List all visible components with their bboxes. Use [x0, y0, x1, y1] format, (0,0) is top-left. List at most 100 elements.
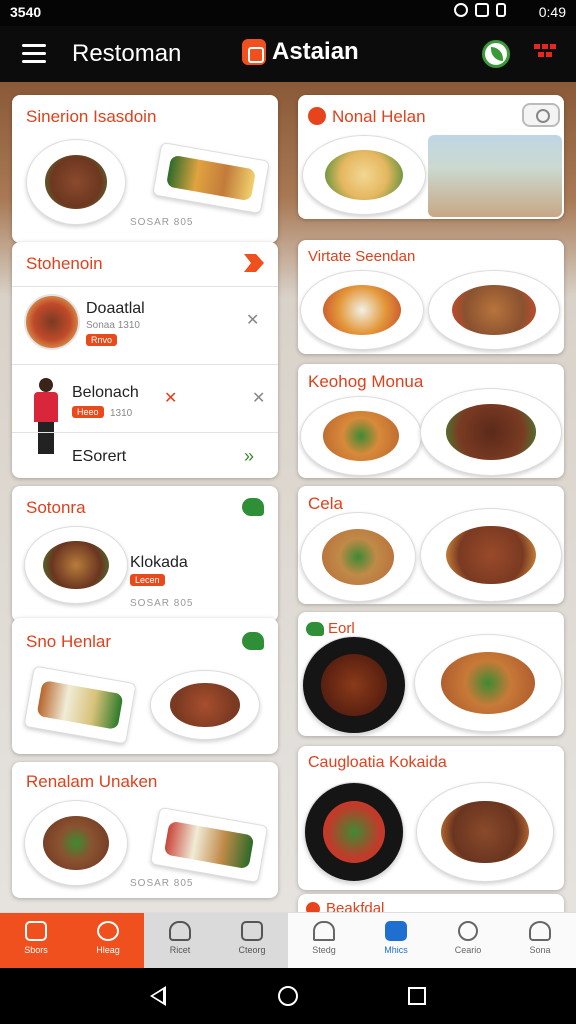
section-title: Beakfdal [326, 900, 385, 912]
item-name: ESorert [72, 448, 127, 465]
brand[interactable]: Astaian [242, 38, 359, 66]
flower-icon [308, 107, 326, 125]
flower-icon [306, 902, 320, 912]
dish-plate [300, 396, 422, 476]
dish-tray [152, 141, 270, 215]
dish-plate [150, 670, 260, 740]
dish-plate [420, 388, 562, 476]
price-label: SOSAR 805 [130, 598, 194, 609]
item-tag: Heeo [72, 406, 104, 418]
item-name: Belonach [72, 384, 139, 401]
dish-plate [302, 135, 426, 215]
alarm-icon [454, 3, 468, 17]
nav-item-profile[interactable]: Sona [504, 913, 576, 969]
nav-label: Sbors [24, 945, 48, 955]
list-card[interactable]: Stohenoin Doaatlal Sonaa 1310 Rnvo ✕ Bel… [12, 242, 278, 478]
status-icons [454, 3, 506, 17]
dish-plate [414, 634, 562, 732]
dish-icon [169, 921, 191, 941]
store-icon [385, 921, 407, 941]
status-clock: 0:49 [538, 4, 566, 20]
dish-tray [149, 806, 269, 884]
close-icon[interactable]: ✕ [164, 388, 177, 408]
dish-plate [416, 782, 554, 882]
item-name: Klokada [130, 554, 188, 571]
bottom-nav: Sbors Hleag Ricet Cteorg Stedg Mhics Cea… [0, 912, 576, 969]
section-title: Sinerion Isasdoin [26, 107, 157, 126]
dish-plate [24, 800, 128, 886]
section-title: Cela [308, 494, 343, 513]
dish-card[interactable]: Eorl [298, 612, 564, 736]
section-title: Virtate Seendan [308, 248, 416, 265]
section-title: Eorl [328, 620, 355, 637]
section-title: Caugloatia Kokaida [308, 754, 447, 771]
dish-card[interactable]: Virtate Seendan [298, 240, 564, 354]
back-icon[interactable] [150, 986, 166, 1006]
dish-card[interactable]: Keohog Monua [298, 364, 564, 478]
nav-item-basket[interactable]: Hleag [72, 913, 144, 969]
app-title: Restoman [72, 40, 182, 67]
nav-item-calendar[interactable]: Cteorg [216, 913, 288, 969]
menu-content[interactable]: Sinerion Isasdoin SOSAR 805 Stohenoin Do… [0, 82, 576, 912]
dish-card[interactable]: Beakfdal [298, 894, 564, 912]
price-label: SOSAR 805 [130, 217, 194, 228]
nav-item-dish[interactable]: Ricet [144, 913, 216, 969]
calendar-icon [241, 921, 263, 941]
dish-plate [26, 139, 126, 225]
system-nav-bar [0, 968, 576, 1024]
home-button-icon[interactable] [278, 986, 298, 1006]
nav-item-search[interactable]: Ceario [432, 913, 504, 969]
dish-card[interactable]: Cela [298, 486, 564, 604]
dish-plate [302, 636, 406, 734]
status-time: 3540 [10, 4, 42, 20]
menu-icon[interactable] [22, 44, 46, 64]
item-sub: Sonaa 1310 [86, 320, 140, 331]
dish-plate [428, 270, 560, 350]
search-icon [458, 921, 478, 941]
chevron-right-icon[interactable]: » [244, 446, 254, 467]
section-title: Renalam Unaken [26, 772, 158, 791]
dish-tray [23, 665, 137, 745]
home-icon [25, 921, 47, 941]
item-tag: Rnvo [86, 334, 118, 346]
section-title: Keohog Monua [308, 372, 424, 391]
section-title: Stohenoin [26, 254, 103, 273]
section-title: Sotonra [26, 498, 86, 517]
dish-card[interactable]: Nonal Helan [298, 95, 564, 219]
dish-card[interactable]: Sno Henlar [12, 618, 278, 754]
remove-icon[interactable]: ✕ [246, 310, 259, 330]
nav-label: Stedg [312, 945, 336, 955]
price-label: SOSAR 805 [130, 878, 194, 889]
recents-icon[interactable] [408, 987, 426, 1005]
status-bar: 3540 0:49 [0, 0, 576, 26]
section-title: Nonal Helan [332, 107, 426, 126]
dish-card[interactable]: Renalam Unaken SOSAR 805 [12, 762, 278, 898]
waiter-figure [34, 378, 58, 454]
nav-label: Ceario [454, 945, 482, 955]
dish-plate [24, 526, 128, 604]
item-name: Doaatlal [86, 300, 145, 317]
arrow-right-icon[interactable] [244, 254, 264, 272]
wifi-icon [475, 3, 489, 17]
dish-card[interactable]: Sotonra Klokada Lecen SOSAR 805 [12, 486, 278, 622]
nav-item-tray[interactable]: Stedg [288, 913, 360, 969]
dish-card[interactable]: Caugloatia Kokaida [298, 746, 564, 890]
toggle-button[interactable] [522, 103, 560, 127]
featured-card[interactable]: Sinerion Isasdoin SOSAR 805 [12, 95, 278, 243]
item-sub: 1310 [110, 408, 133, 419]
leaf-icon[interactable] [482, 40, 510, 68]
section-title: Sno Henlar [26, 632, 112, 651]
nav-item-store[interactable]: Mhics [360, 913, 432, 969]
basket-icon [97, 921, 119, 941]
nav-label: Ricet [169, 945, 191, 955]
item-tag: Lecen [130, 574, 165, 586]
user-icon [529, 921, 551, 941]
app-bar: Restoman Astaian [0, 26, 576, 82]
grid-icon[interactable] [534, 44, 556, 62]
leaf-icon [242, 498, 264, 516]
nav-item-home[interactable]: Sbors [0, 913, 72, 969]
dish-plate [304, 782, 404, 882]
remove-icon[interactable]: ✕ [252, 388, 265, 408]
brand-name: Astaian [272, 38, 359, 65]
nav-label: Cteorg [238, 945, 266, 955]
